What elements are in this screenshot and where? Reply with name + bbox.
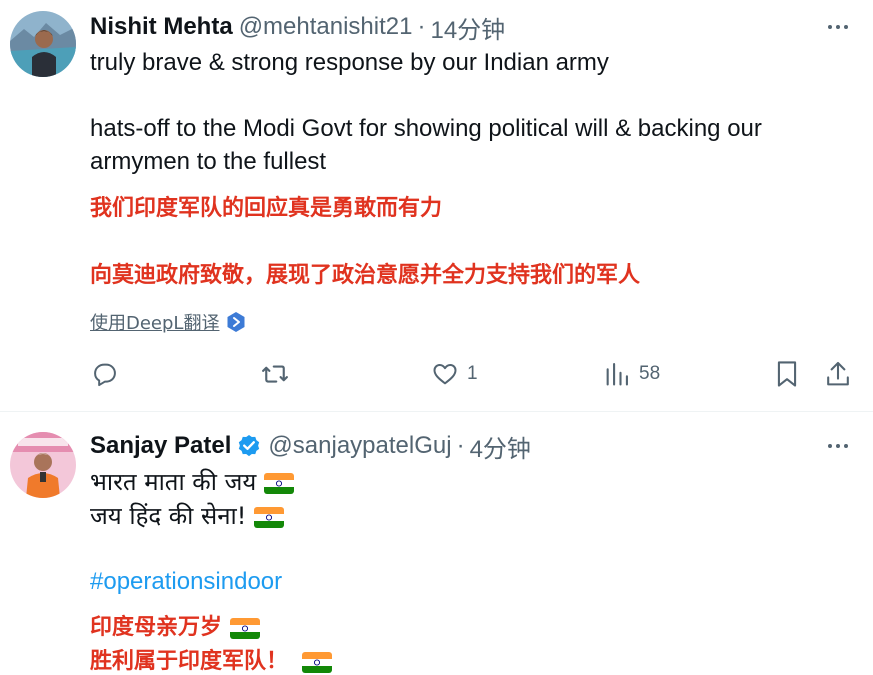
retweet-icon <box>260 359 290 389</box>
display-name[interactable]: Nishit Mehta <box>90 13 233 41</box>
deepl-translate-link[interactable]: 使用DeepL翻译 <box>90 309 246 335</box>
tweet-text-line: भारत माता की जय <box>90 465 295 499</box>
india-flag-icon <box>302 651 333 673</box>
tweet-text-line: truly brave & strong response by our Ind… <box>90 49 609 76</box>
tweet-text-line: जय हिंद की सेना! <box>90 499 285 533</box>
more-dots-icon[interactable] <box>823 432 853 460</box>
share-icon <box>824 359 852 389</box>
avatar[interactable] <box>10 11 76 77</box>
retweet-button[interactable] <box>260 356 298 392</box>
timestamp[interactable]: 4分钟 <box>470 429 531 464</box>
avatar[interactable] <box>10 432 76 498</box>
tweet-text: जय हिंद की सेना! <box>90 502 247 530</box>
separator-dot: · <box>456 432 465 459</box>
translation-line: 向莫迪政府致敬，展现了政治意愿并全力支持我们的军人 <box>90 263 641 288</box>
translate-link-label[interactable]: 使用DeepL翻译 <box>90 309 219 335</box>
share-button[interactable] <box>824 356 852 392</box>
separator-dot: · <box>417 13 426 40</box>
translation-line: 我们印度军队的回应真是勇敢而有力 <box>90 196 443 221</box>
translation-line: 胜利属于印度军队！ <box>90 645 333 675</box>
translation-text: 胜利属于印度军队！ <box>90 649 289 674</box>
tweet-text-line: armymen to the fullest <box>90 148 327 175</box>
bookmark-button[interactable] <box>773 356 801 392</box>
india-flag-icon <box>264 472 295 494</box>
tweet-header: Sanjay Patel @sanjaypatelGuj · 4分钟 <box>90 432 531 463</box>
bookmark-icon <box>773 359 801 389</box>
timestamp[interactable]: 14分钟 <box>430 10 505 45</box>
verified-badge-icon[interactable] <box>236 433 262 459</box>
heart-icon <box>431 360 459 388</box>
user-handle[interactable]: @sanjaypatelGuj <box>268 432 451 460</box>
india-flag-icon <box>254 506 285 528</box>
views-count: 58 <box>639 363 661 384</box>
tweet-actions: 1 58 <box>0 356 873 392</box>
views-chart-icon <box>603 360 631 388</box>
deepl-icon[interactable] <box>226 311 246 333</box>
tweet-header: Nishit Mehta @mehtanishit21 · 14分钟 <box>90 13 505 44</box>
views-button[interactable]: 58 <box>603 356 660 392</box>
display-name[interactable]: Sanjay Patel <box>90 432 231 460</box>
like-count: 1 <box>467 363 478 384</box>
tweet[interactable]: Nishit Mehta @mehtanishit21 · 14分钟 truly… <box>0 0 873 411</box>
like-button[interactable]: 1 <box>431 356 478 392</box>
tweet-text: भारत माता की जय <box>90 468 257 496</box>
reply-icon <box>91 360 119 388</box>
tweet-text-line: hats-off to the Modi Govt for showing po… <box>90 115 762 142</box>
user-handle[interactable]: @mehtanishit21 <box>239 13 413 41</box>
india-flag-icon <box>230 617 261 639</box>
tweet[interactable]: Sanjay Patel @sanjaypatelGuj · 4分钟 भारत … <box>0 412 873 675</box>
translation-line: 印度母亲万岁 <box>90 611 261 645</box>
hashtag-link[interactable]: #operationsindoor <box>90 565 282 599</box>
translation-text: 印度母亲万岁 <box>90 615 223 640</box>
more-dots-icon[interactable] <box>823 13 853 41</box>
reply-button[interactable] <box>91 356 127 392</box>
